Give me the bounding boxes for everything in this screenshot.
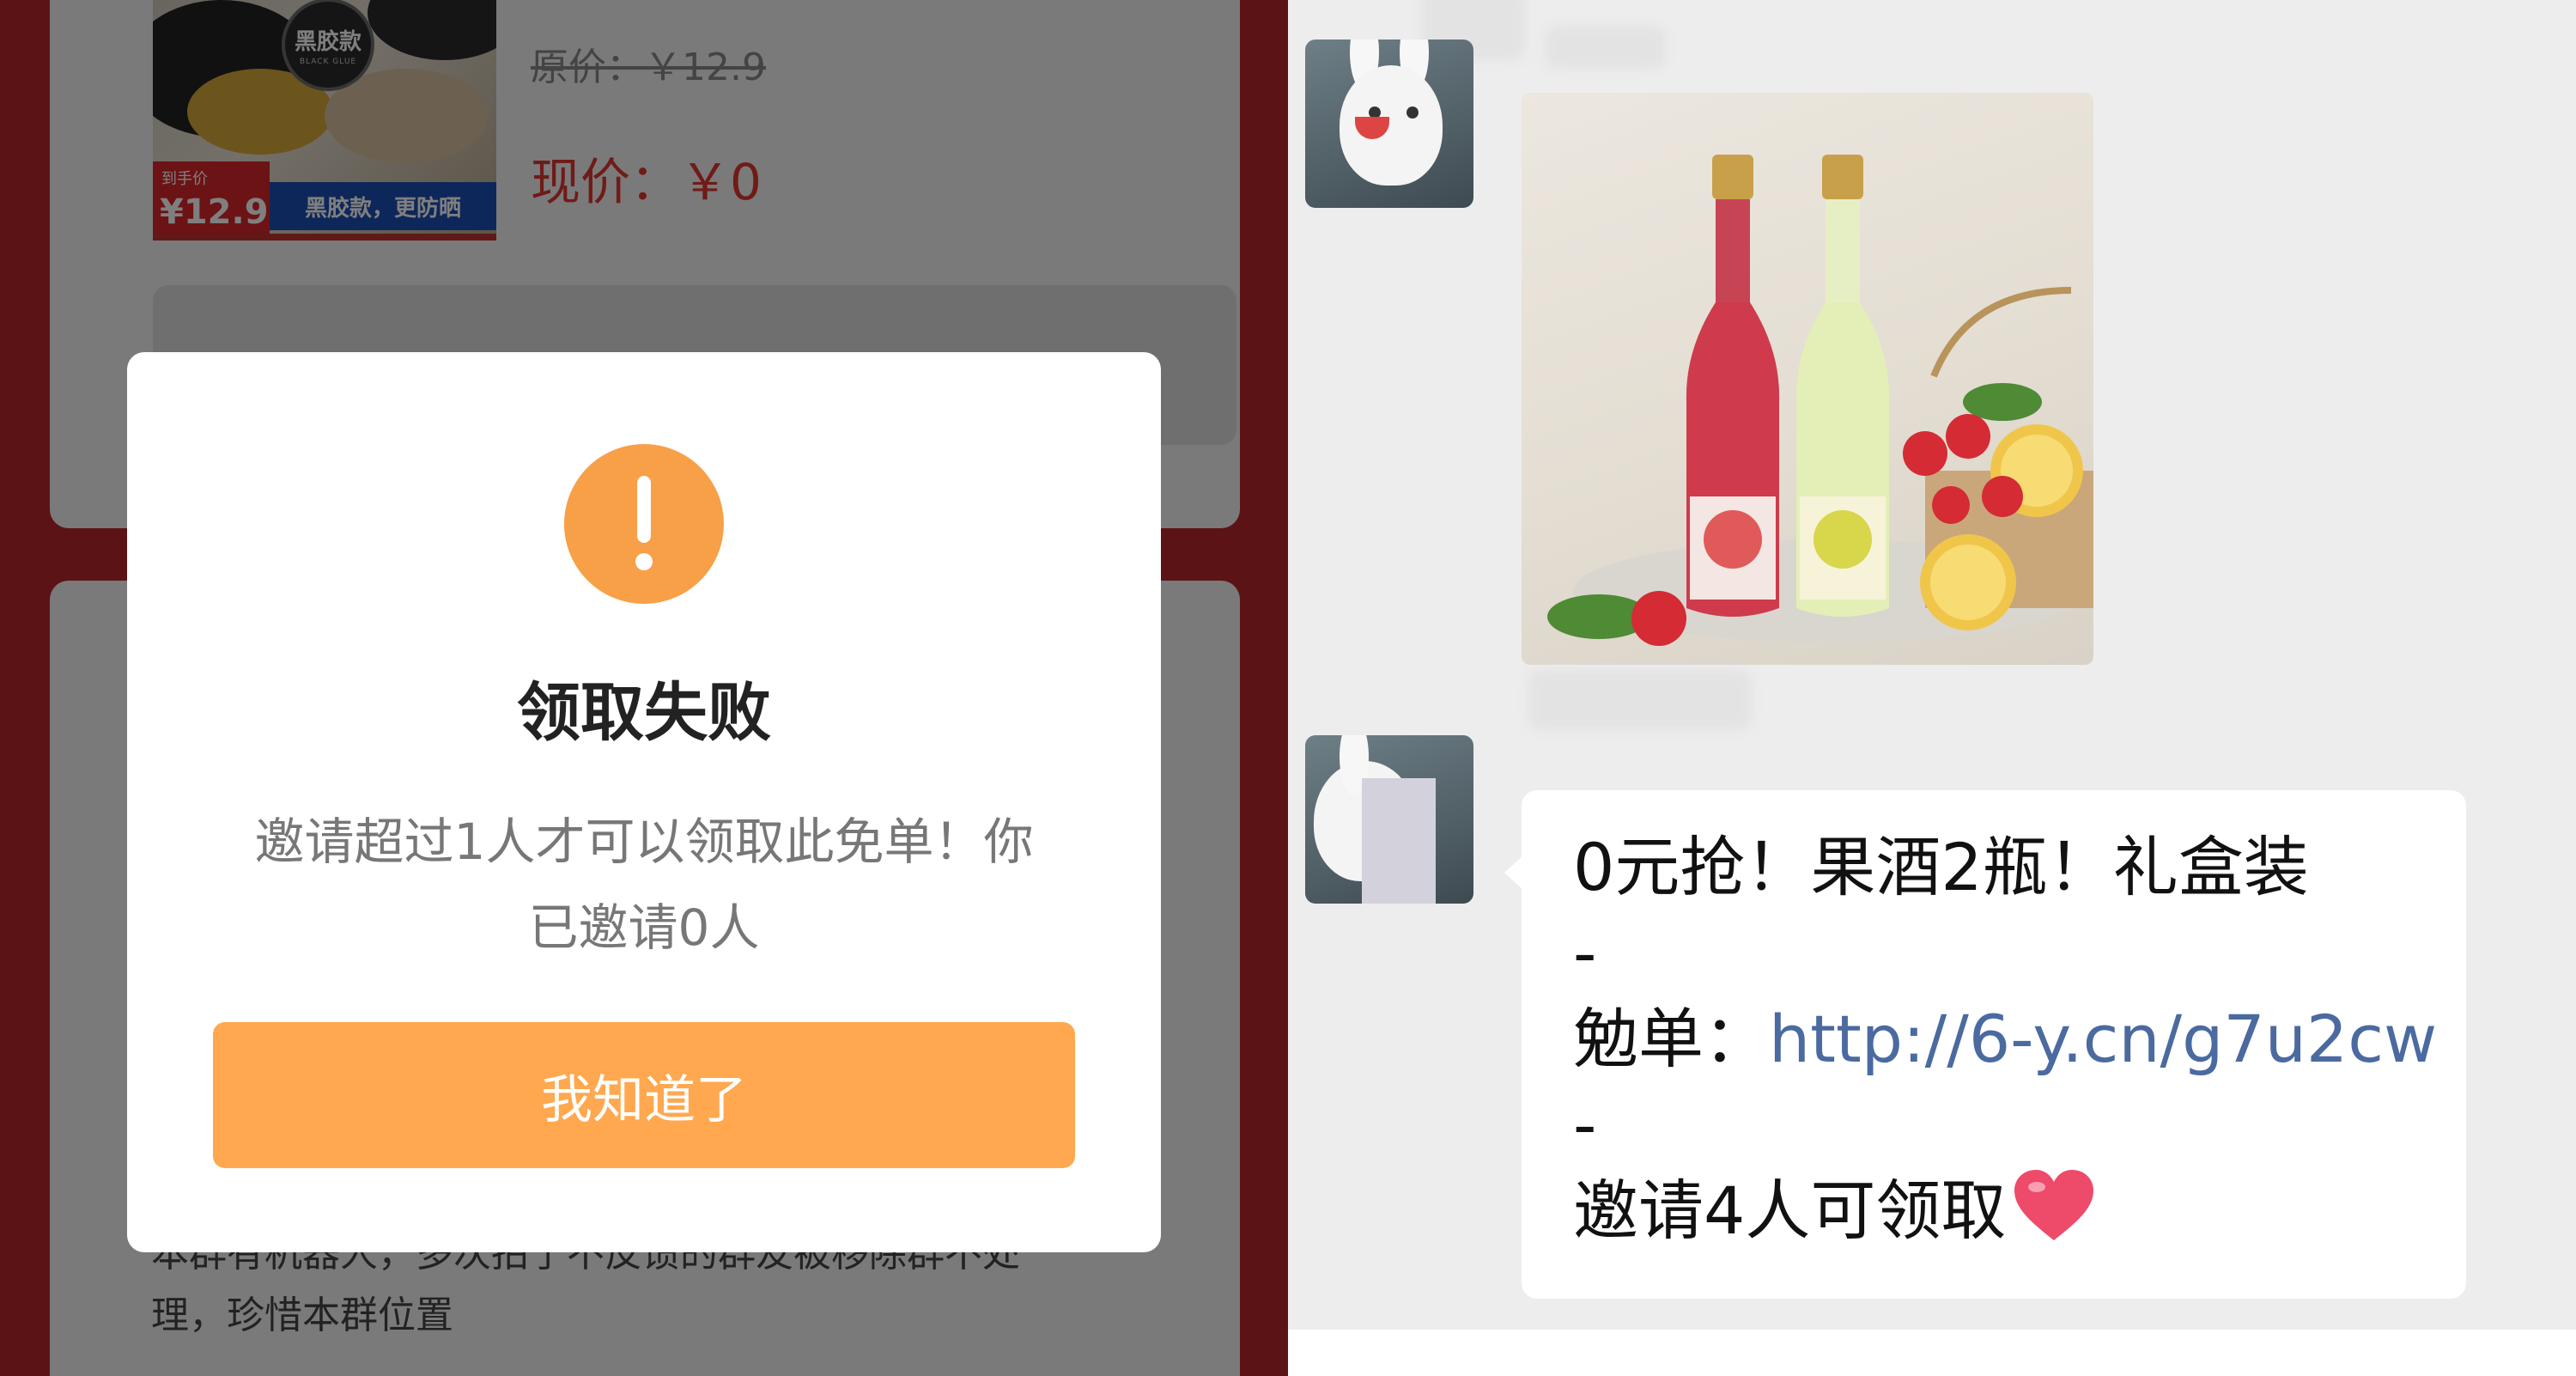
message-line: 0元抢！果酒2瓶！礼盒装 [1573, 829, 2309, 905]
message-separator: - [1573, 1087, 1597, 1163]
drinks-image[interactable] [1522, 93, 2093, 665]
blurred-name [1528, 670, 1752, 730]
heart-icon [2013, 1168, 2095, 1263]
dialog-title: 领取失败 [517, 676, 771, 750]
left-panel: 黑胶款 BLACK GLUE 到手价 ¥12.9 黑胶款，更防晒 原价：￥12.… [0, 0, 1288, 1376]
avatar[interactable] [1305, 735, 1473, 904]
dialog-message-line: 已邀请0人 [528, 898, 760, 957]
avatar[interactable] [1305, 40, 1473, 208]
message-link[interactable]: http://6-y.cn/g7u2cw [1769, 1001, 2437, 1077]
blurred-name [1546, 26, 1666, 69]
message-separator: - [1573, 915, 1597, 991]
blur-patch [1362, 778, 1436, 904]
dialog-message: 邀请超过1人才可以领取此免单！你 已邀请0人 [222, 799, 1066, 971]
ok-button[interactable]: 我知道了 [213, 1022, 1075, 1168]
message-bubble[interactable]: 0元抢！果酒2瓶！礼盒装 - 勉单：http://6-y.cn/g7u2cw -… [1522, 790, 2466, 1299]
bubble-tail [1504, 855, 1523, 890]
chat-panel: 0元抢！果酒2瓶！礼盒装 - 勉单：http://6-y.cn/g7u2cw -… [1288, 0, 2576, 1376]
message-line: 邀请4人可领取 [1573, 1168, 2095, 1263]
message-link-line: 勉单：http://6-y.cn/g7u2cw [1573, 996, 2437, 1082]
exclamation-icon [564, 444, 724, 604]
message-link-label: 勉单： [1573, 1001, 1769, 1077]
dialog-message-line: 邀请超过1人才可以领取此免单！你 [254, 813, 1034, 871]
claim-failed-dialog: 领取失败 邀请超过1人才可以领取此免单！你 已邀请0人 我知道了 [127, 352, 1161, 1252]
chat-bottom-area [1288, 1330, 2576, 1376]
message-invite-text: 邀请4人可领取 [1573, 1172, 2007, 1249]
